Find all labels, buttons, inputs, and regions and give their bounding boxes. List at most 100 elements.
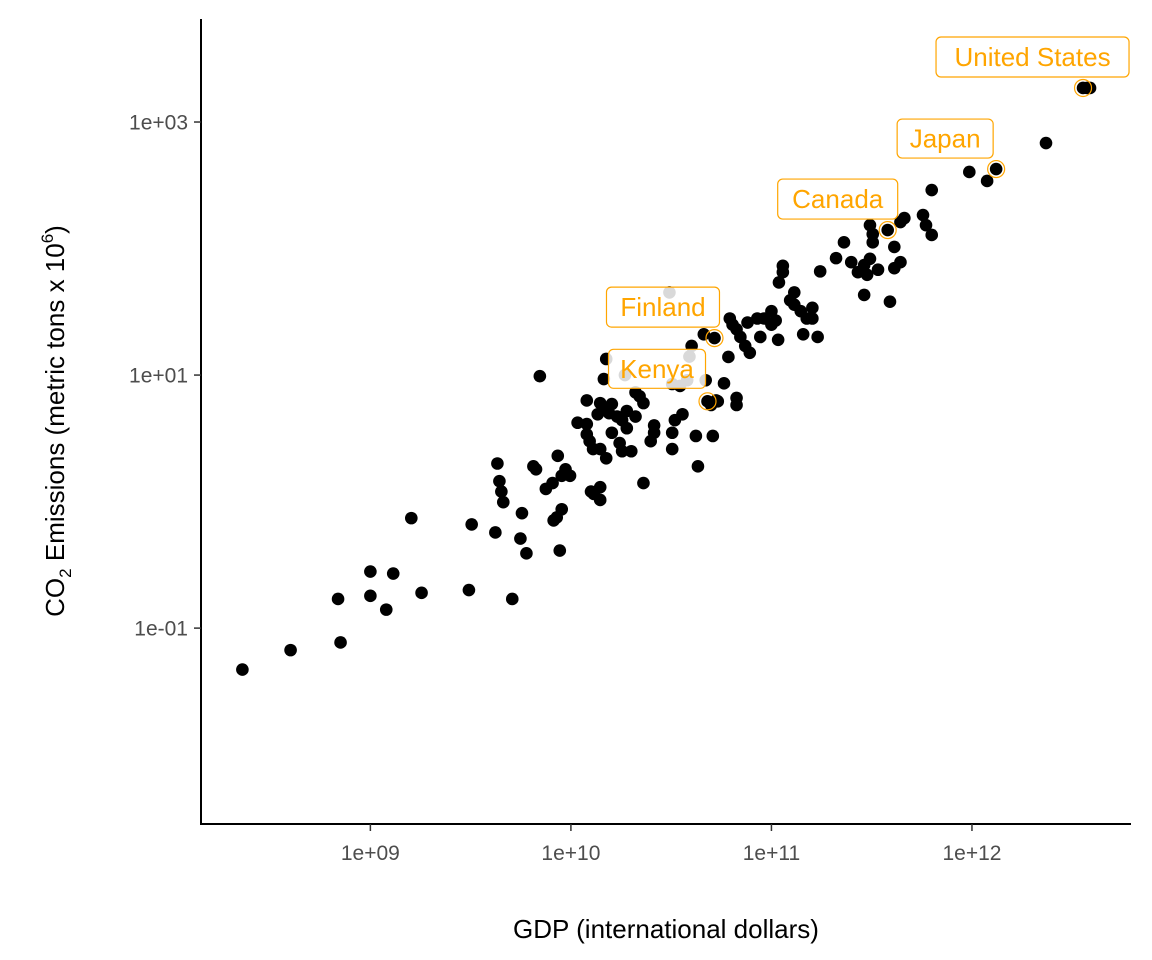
data-point bbox=[722, 350, 735, 364]
data-point bbox=[605, 397, 619, 411]
data-point bbox=[624, 444, 638, 458]
data-point bbox=[505, 592, 519, 606]
data-point bbox=[593, 493, 607, 507]
data-point bbox=[963, 165, 976, 179]
country-label: Canada bbox=[777, 178, 899, 220]
data-point bbox=[496, 495, 510, 509]
country-label: Finland bbox=[605, 286, 721, 328]
data-point bbox=[491, 457, 504, 470]
data-point bbox=[1039, 136, 1053, 150]
data-point bbox=[871, 263, 885, 277]
data-point bbox=[495, 485, 508, 498]
y-axis-title-superscript: 6 bbox=[38, 234, 57, 243]
data-point bbox=[529, 462, 543, 476]
data-point bbox=[863, 252, 877, 266]
data-point bbox=[925, 228, 939, 242]
data-point bbox=[883, 295, 897, 309]
data-point bbox=[284, 643, 297, 657]
data-point bbox=[665, 442, 679, 456]
data-point bbox=[465, 518, 478, 531]
data-point bbox=[717, 377, 731, 390]
data-point bbox=[514, 532, 527, 545]
data-point bbox=[706, 429, 720, 443]
data-point bbox=[386, 567, 400, 580]
x-tick-label: 1e+10 bbox=[541, 842, 600, 865]
country-label-text: Japan bbox=[910, 124, 981, 154]
data-point bbox=[405, 511, 418, 525]
data-point bbox=[665, 426, 679, 440]
data-point bbox=[894, 255, 907, 269]
highlighted-point bbox=[1076, 81, 1090, 95]
data-point bbox=[334, 636, 347, 649]
data-point bbox=[364, 565, 377, 578]
data-point bbox=[813, 265, 827, 278]
country-label-text: United States bbox=[954, 42, 1110, 72]
data-point bbox=[769, 314, 782, 327]
highlighted-point bbox=[881, 223, 894, 237]
scatter-chart: 1e+09 1e+10 1e+11 1e+12 1e-01 1e+01 1e+03 GDP… bbox=[38, 19, 1131, 944]
data-point bbox=[689, 429, 703, 443]
x-tick-label: 1e+09 bbox=[341, 842, 400, 865]
x-ticks: 1e+09 1e+10 1e+11 1e+12 bbox=[341, 824, 1001, 865]
data-point bbox=[837, 236, 851, 249]
data-point bbox=[866, 236, 880, 249]
x-axis-title: GDP (international dollars) bbox=[513, 914, 819, 944]
y-tick-label: 1e+03 bbox=[129, 112, 188, 135]
data-point bbox=[647, 419, 661, 432]
y-axis-title-suffix: ) bbox=[40, 225, 70, 234]
y-axis-title: CO2 Emissions (metric tons x 106) bbox=[38, 225, 75, 617]
data-point bbox=[888, 240, 901, 254]
data-point bbox=[811, 330, 824, 344]
y-axis-title-subscript: 2 bbox=[56, 568, 75, 577]
country-label-text: Finland bbox=[620, 292, 705, 322]
highlighted-point bbox=[989, 162, 1003, 176]
data-point bbox=[379, 603, 393, 616]
data-point bbox=[857, 288, 871, 302]
y-ticks: 1e-01 1e+01 1e+03 bbox=[129, 112, 201, 641]
data-point bbox=[515, 506, 529, 520]
data-point bbox=[771, 333, 785, 347]
data-point bbox=[489, 526, 502, 539]
data-point bbox=[676, 407, 689, 421]
y-tick-label: 1e+01 bbox=[129, 365, 188, 388]
country-label-text: Canada bbox=[792, 184, 884, 214]
data-point bbox=[533, 369, 547, 383]
data-point bbox=[331, 592, 345, 606]
data-point bbox=[925, 183, 939, 197]
data-point bbox=[743, 346, 757, 360]
country-label-text: Kenya bbox=[620, 354, 694, 384]
data-point bbox=[599, 451, 613, 465]
data-point bbox=[772, 276, 786, 289]
labels-layer: United States Japan Canada Finland Kenya bbox=[605, 36, 1130, 389]
data-point bbox=[415, 586, 428, 600]
data-point bbox=[364, 589, 377, 603]
country-label: Kenya bbox=[607, 348, 707, 389]
data-point bbox=[691, 460, 705, 473]
data-point bbox=[551, 449, 565, 463]
data-point bbox=[620, 421, 634, 435]
data-point bbox=[629, 410, 642, 423]
y-axis-title-prefix: CO bbox=[40, 578, 70, 617]
data-point bbox=[637, 396, 650, 410]
data-point bbox=[730, 398, 743, 412]
data-point bbox=[580, 394, 594, 407]
y-tick-label: 1e-01 bbox=[134, 618, 188, 641]
x-tick-label: 1e+11 bbox=[743, 842, 800, 865]
data-point bbox=[563, 469, 577, 483]
highlighted-point bbox=[708, 331, 721, 345]
country-label: United States bbox=[935, 36, 1130, 78]
data-point bbox=[605, 426, 619, 440]
data-point bbox=[754, 330, 767, 344]
data-point bbox=[860, 268, 874, 282]
data-point bbox=[806, 301, 819, 315]
highlighted-point bbox=[701, 395, 714, 408]
x-tick-label: 1e+12 bbox=[942, 842, 1001, 865]
data-point bbox=[236, 663, 249, 676]
data-point bbox=[462, 583, 476, 597]
data-point bbox=[555, 502, 569, 516]
data-point bbox=[898, 211, 911, 225]
data-point bbox=[520, 547, 533, 560]
data-point bbox=[593, 480, 607, 494]
y-axis-title-middle: Emissions (metric tons x 10 bbox=[40, 243, 70, 568]
data-point bbox=[637, 476, 650, 490]
